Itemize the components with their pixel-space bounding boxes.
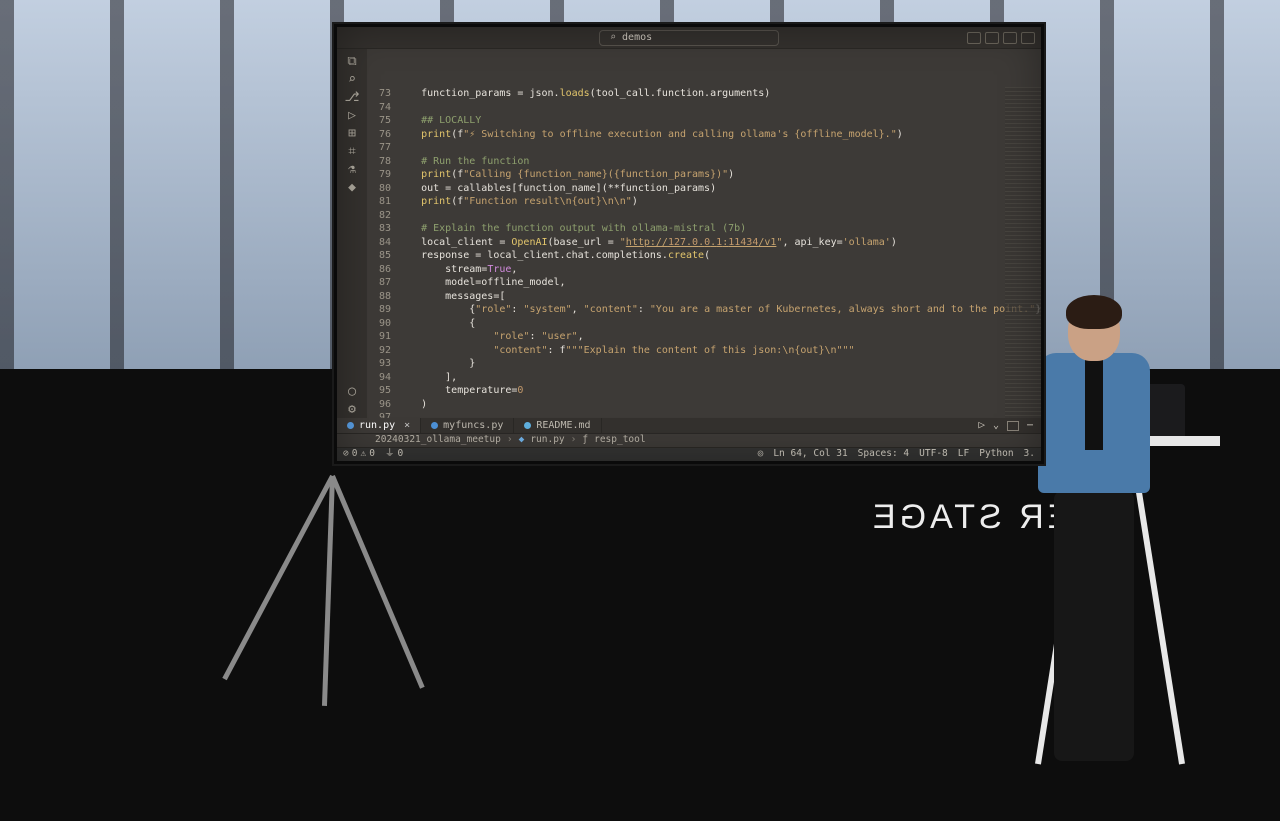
titlebar-layout-controls [967,32,1035,44]
editor-tab-bar: run.py × myfuncs.py README.md ▷ ⌄ ⋯ [337,418,1041,434]
search-icon[interactable]: ⌕ [343,71,361,89]
line-number-gutter: 73 74 75 76 77 78 79 80 81 82 83 84 85 8… [367,87,397,418]
explorer-icon[interactable]: ⧉ [343,53,361,71]
source-control-icon[interactable]: ⎇ [343,89,361,107]
broadcast-icon: ◎ [758,448,764,461]
radio-tower-icon: ⏚ [385,448,395,461]
layout-toggle-sidebar-icon[interactable] [985,32,999,44]
editor-tab[interactable]: myfuncs.py [421,418,514,433]
chevron-right-icon: › [507,434,513,447]
status-eol[interactable]: LF [958,448,969,461]
status-python-interpreter[interactable]: 3. [1024,448,1035,461]
status-language-mode[interactable]: Python [979,448,1013,461]
breadcrumb-segment[interactable]: resp_tool [594,434,645,447]
search-icon: ⌕ [610,31,616,45]
split-editor-icon[interactable] [1007,421,1019,431]
projection-screen: ⌕ demos ⧉⌕⎇▷⊞⌗⚗◆ ◯⚙ run.py×myfuncs.pyREA… [334,24,1044,464]
python-file-icon [347,422,354,429]
docker-icon[interactable]: ◆ [343,179,361,197]
run-dropdown-icon[interactable]: ⌄ [993,419,999,433]
status-encoding[interactable]: UTF-8 [919,448,948,461]
extensions-icon[interactable]: ⊞ [343,125,361,143]
editor-tab[interactable]: README.md [514,418,601,433]
python-file-icon [431,422,438,429]
layout-toggle-panel-icon[interactable] [967,32,981,44]
close-tab-icon[interactable]: × [404,419,410,433]
run-debug-icon[interactable]: ▷ [343,107,361,125]
symbol-function-icon: ƒ [582,434,588,447]
status-bar: ⊘ 0 ⚠ 0 ⏚ 0 ◎ Ln 64, Col 31 Spaces: 4 UT… [337,447,1041,461]
presentation-scene: ER STAGE ⌕ demos [0,0,1280,821]
tab-label: myfuncs.py [443,419,503,433]
error-icon: ⊘ [343,448,349,461]
layout-customize-icon[interactable] [1021,32,1035,44]
activity-bar: ⧉⌕⎇▷⊞⌗⚗◆ ◯⚙ [337,49,367,418]
command-center-search[interactable]: ⌕ demos [599,30,779,46]
search-placeholder: demos [622,31,652,45]
presenter-person [1030,301,1155,771]
breadcrumb-segment[interactable]: run.py [530,434,564,447]
chevron-right-icon: › [571,434,577,447]
status-ports[interactable]: ⏚ 0 [385,448,403,461]
accounts-icon[interactable]: ◯ [343,382,361,400]
layout-toggle-secondary-icon[interactable] [1003,32,1017,44]
code-content[interactable]: function_params = json.loads(tool_call.f… [397,87,1041,418]
tab-label: README.md [536,419,590,433]
minimap[interactable] [1005,87,1041,418]
more-actions-icon[interactable]: ⋯ [1027,419,1033,433]
editor-tab[interactable]: run.py × [337,418,421,433]
warning-icon: ⚠ [360,448,366,461]
code-editor[interactable]: 73 74 75 76 77 78 79 80 81 82 83 84 85 8… [367,87,1041,418]
tripod-left [200,476,460,736]
tab-label: run.py [359,419,395,433]
status-indentation[interactable]: Spaces: 4 [858,448,909,461]
breadcrumb-segment[interactable]: 20240321_ollama_meetup [375,434,501,447]
status-errors[interactable]: ⊘ 0 ⚠ 0 [343,448,375,461]
breadcrumb[interactable]: 20240321_ollama_meetup › ◆ run.py › ƒ re… [367,434,1041,447]
remote-icon[interactable]: ⌗ [343,143,361,161]
status-live-share[interactable]: ◎ [758,448,764,461]
vscode-window: ⌕ demos ⧉⌕⎇▷⊞⌗⚗◆ ◯⚙ run.py×myfuncs.pyREA… [337,27,1041,461]
testing-icon[interactable]: ⚗ [343,161,361,179]
run-file-button[interactable]: ▷ [978,418,985,433]
status-cursor-position[interactable]: Ln 64, Col 31 [773,448,847,461]
info-file-icon [524,422,531,429]
title-bar: ⌕ demos [337,27,1041,49]
settings-gear-icon[interactable]: ⚙ [343,400,361,418]
